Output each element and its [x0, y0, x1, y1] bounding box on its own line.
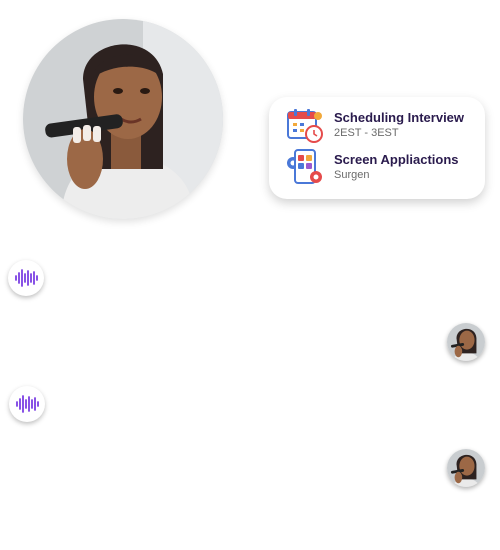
- voice-message-button[interactable]: [9, 386, 45, 422]
- voice-message-button[interactable]: [8, 260, 44, 296]
- phone-gear-icon: [285, 149, 323, 185]
- user-avatar[interactable]: [447, 323, 485, 361]
- audio-waveform-icon: [16, 395, 39, 413]
- woman-on-phone-photo: [23, 19, 223, 219]
- task-subtitle: 2EST - 3EST: [334, 127, 399, 139]
- user-avatar[interactable]: [447, 449, 485, 487]
- hero-photo: [23, 19, 223, 219]
- audio-waveform-icon: [15, 269, 38, 287]
- task-scheduling-interview[interactable]: Scheduling Interview 2EST - 3EST: [285, 107, 481, 143]
- task-title: Screen Appliactions: [334, 152, 459, 167]
- avatar-photo: [447, 449, 485, 487]
- task-card: Scheduling Interview 2EST - 3EST Screen …: [269, 97, 485, 199]
- task-subtitle: Surgen: [334, 169, 370, 181]
- calendar-clock-icon: [285, 107, 323, 143]
- task-screen-applications[interactable]: Screen Appliactions Surgen: [285, 149, 481, 185]
- avatar-photo: [447, 323, 485, 361]
- task-title: Scheduling Interview: [334, 110, 465, 125]
